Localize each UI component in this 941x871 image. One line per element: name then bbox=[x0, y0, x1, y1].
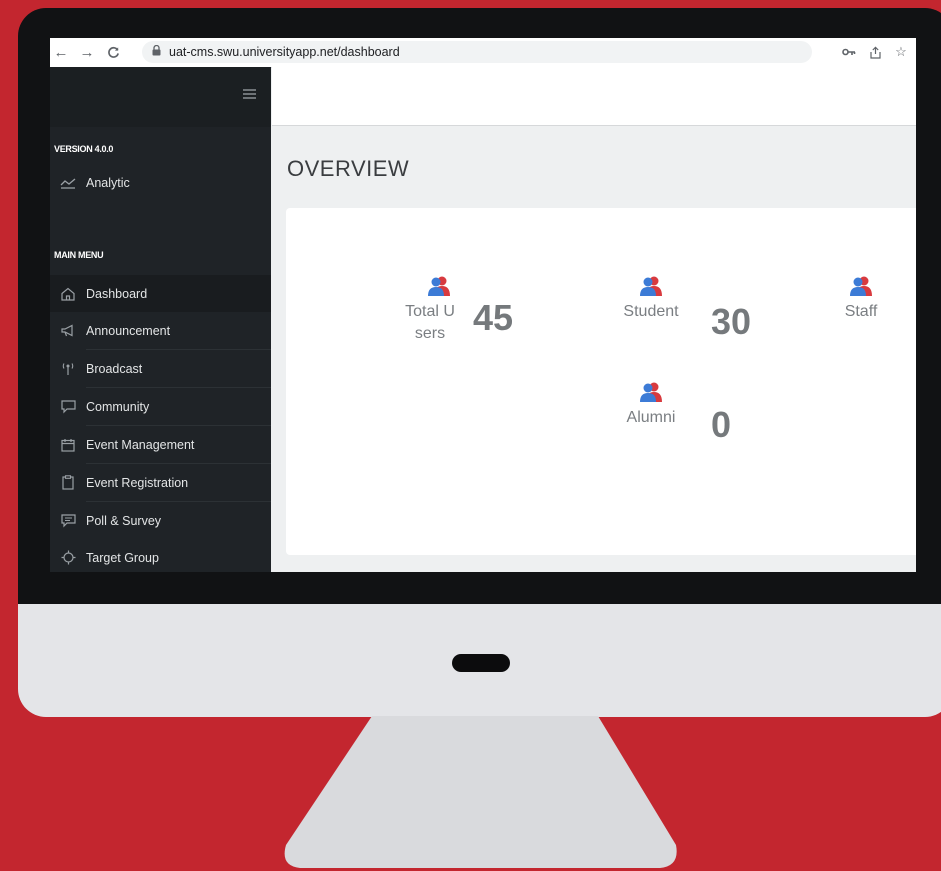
sidebar-item-target-group[interactable]: Target Group bbox=[50, 539, 271, 572]
message-icon bbox=[50, 513, 86, 528]
sidebar-item-label: Dashboard bbox=[86, 286, 148, 301]
home-icon bbox=[50, 287, 86, 301]
back-arrow-icon[interactable]: ← bbox=[50, 42, 72, 64]
key-icon[interactable] bbox=[840, 42, 858, 62]
sidebar: VERSION 4.0.0 Analytic MAIN MENU Dashboa… bbox=[50, 67, 271, 572]
browser-toolbar: ← → uat-cms.swu.universityapp.net/dashbo… bbox=[50, 38, 916, 68]
sidebar-item-poll-survey[interactable]: Poll & Survey bbox=[50, 502, 271, 539]
sidebar-item-event-registration[interactable]: Event Registration bbox=[50, 464, 271, 501]
chart-line-icon bbox=[50, 177, 86, 189]
lock-icon bbox=[152, 43, 161, 61]
stat-value-total-users: 45 bbox=[473, 297, 514, 338]
antenna-icon bbox=[50, 362, 86, 376]
users-icon bbox=[639, 276, 663, 301]
sidebar-item-label: Poll & Survey bbox=[86, 513, 162, 528]
address-bar[interactable]: uat-cms.swu.universityapp.net/dashboard bbox=[142, 41, 812, 63]
share-icon[interactable] bbox=[866, 42, 884, 62]
users-icon bbox=[849, 276, 873, 301]
sidebar-item-label: Event Registration bbox=[86, 475, 189, 490]
hamburger-menu-icon[interactable] bbox=[243, 89, 256, 99]
stat-label-alumni: Alumni bbox=[626, 409, 676, 426]
reload-icon[interactable] bbox=[102, 42, 124, 64]
users-icon bbox=[427, 276, 451, 301]
main-menu-label: MAIN MENU bbox=[54, 250, 104, 260]
calendar-icon bbox=[50, 438, 86, 452]
sidebar-item-label: Community bbox=[86, 399, 150, 414]
stat-label-staff: Staff bbox=[844, 303, 878, 320]
crosshair-icon bbox=[50, 550, 86, 565]
stat-label-student: Student bbox=[623, 303, 679, 320]
version-label: VERSION 4.0.0 bbox=[54, 144, 114, 154]
stat-value-alumni: 0 bbox=[711, 404, 732, 445]
stat-label-line: sers bbox=[414, 325, 446, 342]
overview-card: Total U sers 45 Student 30 Staff Alumni … bbox=[286, 208, 916, 555]
clipboard-icon bbox=[50, 475, 86, 490]
sidebar-item-announcement[interactable]: Announcement bbox=[50, 312, 271, 349]
sidebar-header bbox=[50, 67, 271, 127]
sidebar-item-analytic[interactable]: Analytic bbox=[50, 164, 271, 201]
sidebar-item-event-management[interactable]: Event Management bbox=[50, 426, 271, 463]
forward-arrow-icon[interactable]: → bbox=[76, 42, 98, 64]
browser-actions: ☆ bbox=[840, 42, 910, 62]
sidebar-item-dashboard[interactable]: Dashboard bbox=[50, 275, 271, 312]
star-icon[interactable]: ☆ bbox=[892, 42, 910, 62]
stat-label-total-users: Total U sers bbox=[390, 301, 470, 345]
sidebar-item-broadcast[interactable]: Broadcast bbox=[50, 350, 271, 387]
users-icon bbox=[639, 382, 663, 407]
stat-value-student: 30 bbox=[711, 301, 752, 342]
screen: ← → uat-cms.swu.universityapp.net/dashbo… bbox=[50, 38, 916, 572]
stat-label-line: Total U bbox=[405, 303, 455, 320]
sidebar-item-label: Broadcast bbox=[86, 361, 143, 376]
chat-icon bbox=[50, 399, 86, 414]
sidebar-item-label: Event Management bbox=[86, 437, 195, 452]
sidebar-item-community[interactable]: Community bbox=[50, 388, 271, 425]
url-text: uat-cms.swu.universityapp.net/dashboard bbox=[169, 45, 400, 59]
page-title: OVERVIEW bbox=[287, 156, 410, 181]
content-topbar bbox=[272, 67, 916, 126]
sidebar-item-label: Announcement bbox=[86, 323, 171, 338]
sidebar-item-label: Analytic bbox=[86, 175, 130, 190]
megaphone-icon bbox=[50, 324, 86, 337]
sidebar-item-label: Target Group bbox=[86, 550, 159, 565]
